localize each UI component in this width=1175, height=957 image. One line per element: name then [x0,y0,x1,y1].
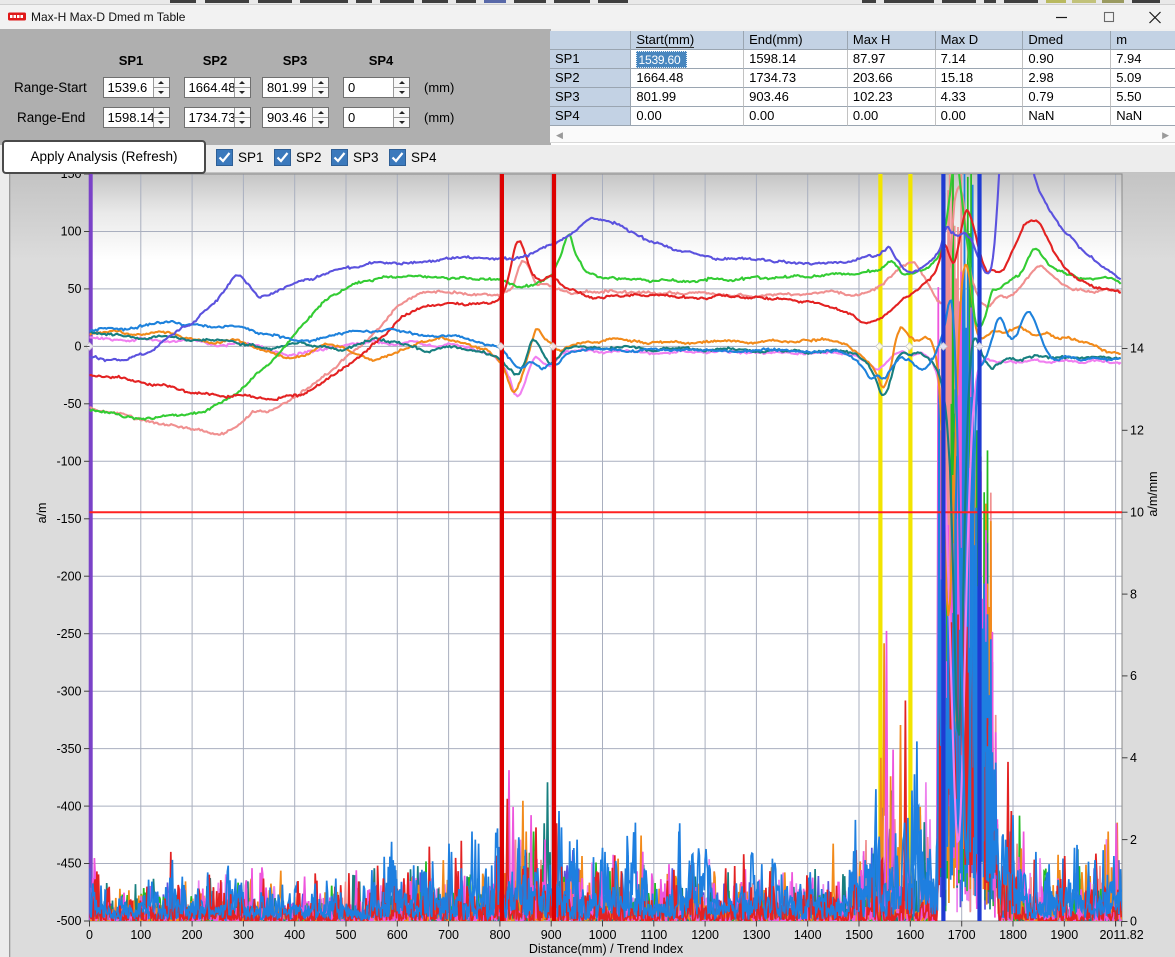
svg-text:600: 600 [387,928,408,942]
svg-text:1900: 1900 [1050,928,1078,942]
svg-text:1700: 1700 [948,928,976,942]
svg-text:-200: -200 [56,569,81,583]
svg-text:-500: -500 [56,914,81,928]
svg-text:10: 10 [1130,505,1144,519]
svg-text:-50: -50 [63,397,81,411]
svg-text:-350: -350 [56,742,81,756]
svg-text:a/m: a/m [35,503,49,524]
svg-text:-250: -250 [56,627,81,641]
svg-text:200: 200 [182,928,203,942]
svg-text:1600: 1600 [896,928,924,942]
svg-text:-300: -300 [56,684,81,698]
svg-text:0: 0 [86,928,93,942]
svg-text:-150: -150 [56,512,81,526]
svg-text:500: 500 [336,928,357,942]
svg-text:300: 300 [233,928,254,942]
svg-text:0: 0 [75,340,82,354]
svg-text:800: 800 [489,928,510,942]
svg-text:1200: 1200 [691,928,719,942]
svg-text:6: 6 [1130,669,1137,683]
svg-text:50: 50 [68,282,82,296]
svg-text:1800: 1800 [999,928,1027,942]
svg-text:2: 2 [1130,833,1137,847]
svg-text:14: 14 [1130,342,1144,356]
svg-text:400: 400 [284,928,305,942]
svg-text:8: 8 [1130,587,1137,601]
svg-text:100: 100 [130,928,151,942]
svg-text:700: 700 [438,928,459,942]
svg-text:1000: 1000 [589,928,617,942]
svg-text:1500: 1500 [845,928,873,942]
svg-text:Distance(mm) / Trend Index: Distance(mm) / Trend Index [529,942,684,956]
svg-text:100: 100 [61,225,82,239]
svg-text:-400: -400 [56,799,81,813]
svg-text:-100: -100 [56,455,81,469]
svg-text:0: 0 [1130,915,1137,929]
svg-text:1100: 1100 [640,928,667,942]
svg-text:1400: 1400 [794,928,822,942]
svg-text:-450: -450 [56,857,81,871]
svg-text:12: 12 [1130,424,1144,438]
svg-text:a/m/mm: a/m/mm [1146,471,1160,516]
svg-text:2011.82: 2011.82 [1099,928,1143,942]
svg-text:1300: 1300 [742,928,770,942]
svg-text:900: 900 [541,928,562,942]
svg-text:4: 4 [1130,751,1137,765]
